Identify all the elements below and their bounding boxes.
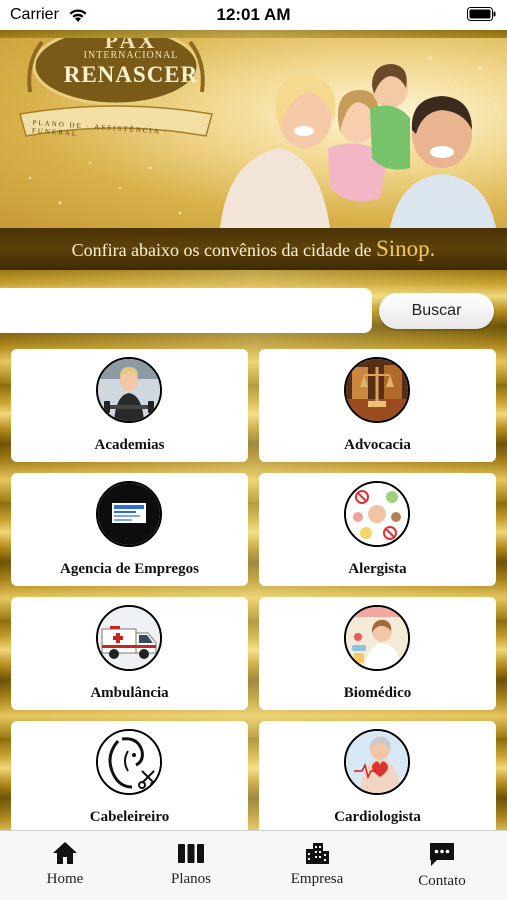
category-label: Ambulância <box>90 685 169 701</box>
category-label: Advocacia <box>344 437 411 453</box>
ambulance-icon <box>96 605 162 671</box>
category-card-ambulancia[interactable]: Ambulância <box>11 597 248 710</box>
category-card-alergista[interactable]: Alergista <box>259 473 496 586</box>
subtitle-text: Confira abaixo os convênios da cidade de <box>71 240 376 260</box>
tab-label: Empresa <box>290 871 344 887</box>
category-card-advocacia[interactable]: Advocacia <box>259 349 496 462</box>
category-card-cabeleireiro[interactable]: Cabeleireiro <box>11 721 248 834</box>
category-card-cardiologista[interactable]: Cardiologista <box>259 721 496 834</box>
gym-icon <box>96 357 162 423</box>
category-card-agencia-de-empregos[interactable]: Agencia de Empregos <box>11 473 248 586</box>
tab-contato[interactable]: Contato <box>379 831 505 900</box>
building-icon <box>306 843 329 864</box>
company-logo: PAX INTERNACIONAL RENASCER PLANO DE · AS… <box>16 38 216 150</box>
tab-label: Contato <box>418 873 466 889</box>
tab-bar: Home Planos Empresa Contato <box>0 830 507 900</box>
allergy-icon <box>344 481 410 547</box>
status-bar: Carrier 12:01 AM <box>0 0 507 30</box>
home-icon <box>53 842 77 864</box>
family-photo <box>220 64 496 228</box>
category-label: Cardiologista <box>334 809 421 825</box>
category-label: Academias <box>94 437 165 453</box>
category-label: Alergista <box>348 561 407 577</box>
status-time: 12:01 AM <box>216 5 291 24</box>
chat-icon <box>430 843 454 866</box>
jobs-agency-icon <box>96 481 162 547</box>
category-card-academias[interactable]: Academias <box>11 349 248 462</box>
cardiology-icon <box>344 729 410 795</box>
columns-icon <box>178 844 204 863</box>
category-card-biomedico[interactable]: Biomédico <box>259 597 496 710</box>
battery-icon <box>467 7 496 21</box>
search-button[interactable]: Buscar <box>379 293 494 329</box>
law-icon <box>344 357 410 423</box>
tab-empresa[interactable]: Empresa <box>254 831 380 900</box>
header-banner: PAX INTERNACIONAL RENASCER PLANO DE · AS… <box>0 38 507 228</box>
category-label: Biomédico <box>343 685 412 701</box>
city-subtitle-bar: Confira abaixo os convênios da cidade de… <box>0 228 507 270</box>
city-name: Sinop. <box>375 236 436 261</box>
biomedic-icon <box>344 605 410 671</box>
tab-home[interactable]: Home <box>2 831 128 900</box>
hairdresser-icon <box>96 729 162 795</box>
tab-label: Planos <box>170 871 211 887</box>
tab-label: Home <box>46 871 84 887</box>
search-input[interactable] <box>0 288 372 333</box>
category-label: Agencia de Empregos <box>60 561 199 577</box>
category-label: Cabeleireiro <box>89 809 170 825</box>
tab-planos[interactable]: Planos <box>128 831 254 900</box>
